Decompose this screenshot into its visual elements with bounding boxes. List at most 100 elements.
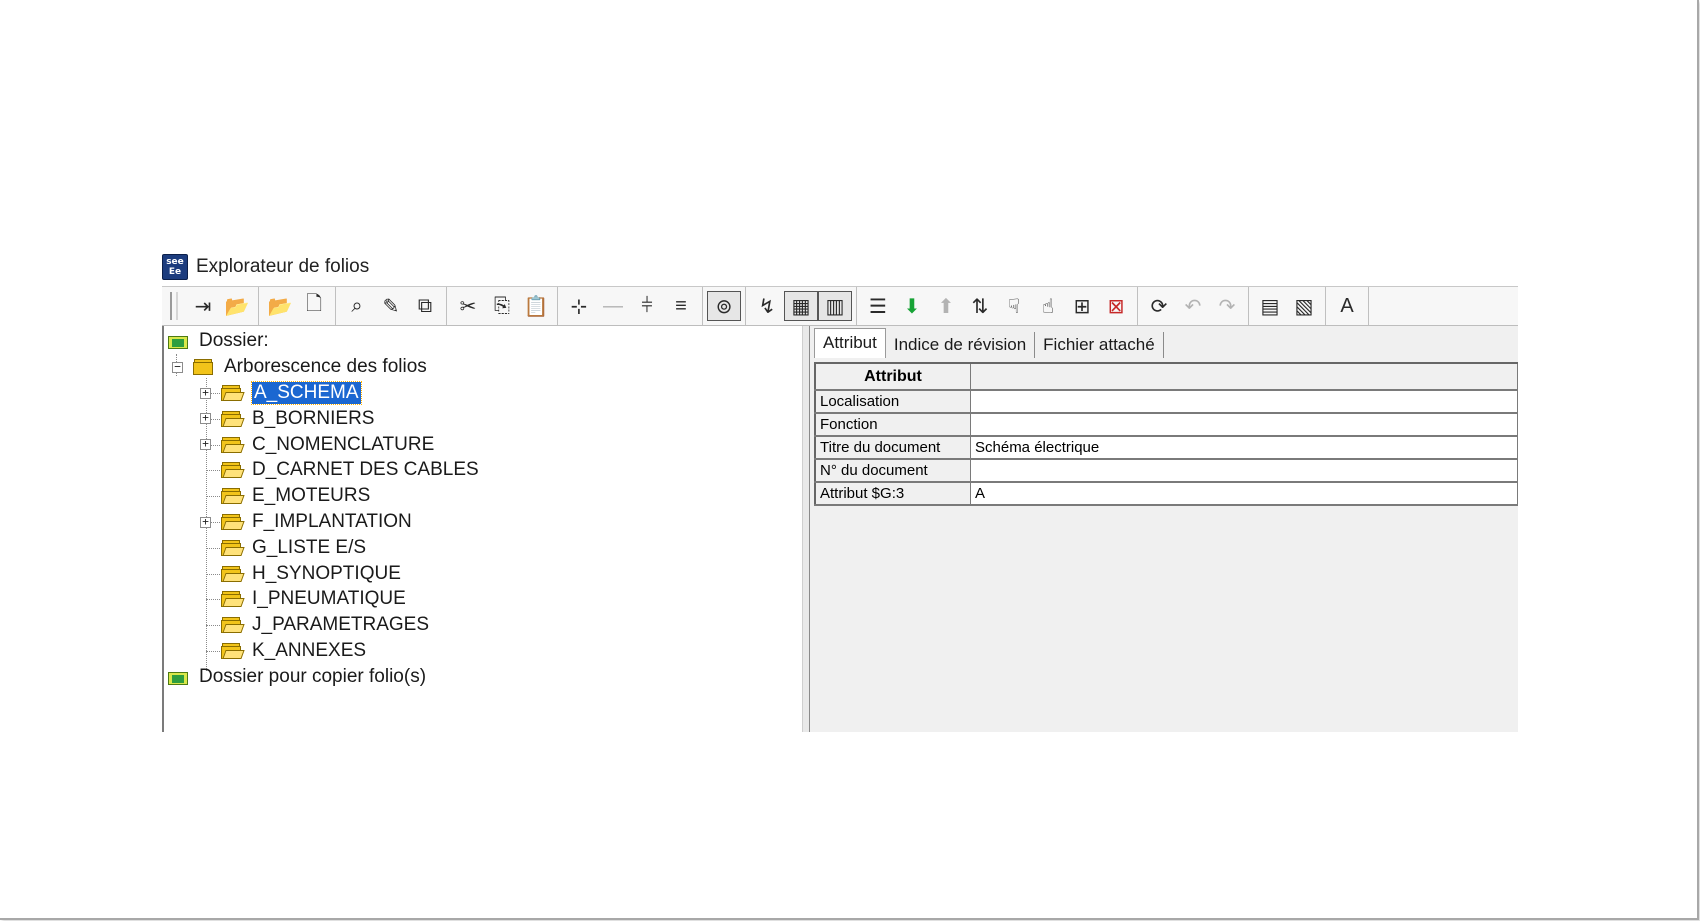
copy-icon: ⎘ [494,294,510,317]
open-folder-icon [221,436,245,453]
tree-sort-button[interactable]: ⇅ [963,291,997,321]
copy-button[interactable]: ⎘ [485,291,519,321]
open-folder-icon [221,410,245,427]
tree-item-label: H_SYNOPTIQUE [252,562,401,584]
dash-button[interactable]: — [596,291,630,321]
hand-up-button[interactable]: ☝ [1031,291,1065,321]
arrow-down-button[interactable]: ⬇ [895,291,929,321]
paste-button[interactable]: 📋 [519,291,553,321]
open-folder-button[interactable]: 📂 [220,291,254,321]
folio-compare-icon: ▧ [1294,295,1314,318]
tree-item[interactable]: J_PARAMETRAGES [200,612,429,638]
tree-branch-label: Arborescence des folios [224,356,427,377]
text-size-button[interactable]: A [1330,291,1364,321]
expand-icon[interactable]: + [200,412,211,425]
arrow-up-icon: ⬆ [937,295,955,318]
attribute-value[interactable]: Schéma électrique [970,436,1518,460]
paste-icon: 📋 [523,295,549,318]
attribute-row[interactable]: Localisation [815,390,1518,414]
tree-item[interactable]: + C_NOMENCLATURE [200,432,434,458]
tree-item-label: F_IMPLANTATION [252,511,412,532]
new-document-button[interactable]: 🗋 [297,291,331,321]
attribute-row[interactable]: Titre du document Schéma électrique [815,436,1518,460]
expand-icon[interactable]: + [200,387,211,399]
refresh-button[interactable]: ⟳ [1142,291,1176,321]
cut-icon: ✂ [459,295,477,318]
arrow-down-icon: ⬇ [903,295,921,318]
chart-button[interactable]: ↯ [750,291,784,321]
arrow-up-button[interactable]: ⬆ [929,291,963,321]
toolbar-group: ☰ ⬇ ⬆ ⇅ ☟ ☝ ⊞ ⊠ [857,287,1138,325]
table-view-button[interactable]: ▦ [784,291,818,321]
tree-item-label: A_SCHEMA [251,381,362,405]
undo-button[interactable]: ↶ [1176,291,1210,321]
tab-indice-revision[interactable]: Indice de révision [886,332,1036,358]
list-button[interactable]: ☰ [861,291,895,321]
folder-open-button[interactable]: 📂 [263,291,297,321]
edit-list-button[interactable]: ✎ [374,291,408,321]
hand-up-icon: ☝ [1041,295,1055,318]
hand-down-button[interactable]: ☟ [997,291,1031,321]
open-folder-icon [221,643,245,659]
search-button[interactable]: ⌕ [340,291,374,321]
tree-item[interactable]: E_MOTEURS [200,483,370,509]
tree-root-dossier[interactable]: Dossier: [168,328,269,354]
toolbar-group: ▤ ▧ [1249,287,1326,325]
preview-button[interactable]: ⊚ [707,291,741,321]
tree-item-label: E_MOTEURS [252,485,371,507]
attribute-row[interactable]: N° du document [815,459,1518,483]
toolbar-grip[interactable] [170,292,178,320]
attribute-rows: Localisation Fonction Titre du document Sch… [815,390,1518,506]
app-icon-line-2: Ee [168,267,182,277]
copy-folio-button[interactable]: ⧉ [408,291,442,321]
tree-item[interactable]: D_CARNET DES CABLES [200,457,479,483]
root-folder-icon [168,333,190,349]
columns-view-button[interactable]: ▥ [818,291,852,321]
tree-item[interactable]: + F_IMPLANTATION [200,509,412,535]
folio-compare-button[interactable]: ▧ [1287,291,1321,321]
attribute-row[interactable]: Attribut $G:3 A [815,482,1518,506]
attribute-value[interactable] [970,390,1518,414]
preview-icon: ⊚ [715,295,733,318]
exit-button[interactable]: ⇥ [186,291,220,321]
tree-item-label: I_PNEUMATIQUE [252,588,406,610]
table-export-button[interactable]: ⊞ [1065,291,1099,321]
folio-props-button[interactable]: ▤ [1253,291,1287,321]
attribute-value[interactable]: A [970,482,1518,506]
tree-sort-icon: ⇅ [971,295,989,318]
split-button[interactable]: ⫩ [630,291,664,321]
tree-item[interactable]: I_PNEUMATIQUE [200,586,406,612]
details-pane: Attribut Indice de révision Fichier attach… [810,326,1518,732]
tree-item-label: G_LISTE E/S [252,536,367,558]
tree-item[interactable]: + A_SCHEMA [200,380,362,406]
tree-item[interactable]: H_SYNOPTIQUE [200,561,401,587]
table-delete-button[interactable]: ⊠ [1099,291,1133,321]
collapse-icon[interactable]: − [172,361,183,373]
tree-branch-arborescence[interactable]: − Arborescence des folios [172,354,427,380]
open-folder-icon [221,514,245,530]
table-view-icon: ▦ [791,295,811,318]
attribute-value[interactable] [970,413,1518,437]
tab-fichier-attache[interactable]: Fichier attaché [1035,332,1164,358]
tree-item[interactable]: K_ANNEXES [200,638,366,664]
cut-button[interactable]: ✂ [451,291,485,321]
expand-icon[interactable]: + [200,438,211,451]
tree-copy-folder[interactable]: Dossier pour copier folio(s) [168,664,426,690]
tree-item[interactable]: G_LISTE E/S [200,535,366,561]
attribute-value[interactable] [970,459,1518,483]
folio-explorer-window: see Ee Explorateur de folios ⇥ 📂 📂 🗋 ⌕ ✎ ⧉ ✂ ⎘ 📋 ⊹… [162,252,1518,732]
table-delete-icon: ⊠ [1107,295,1125,318]
insert-button[interactable]: ⊹ [562,291,596,321]
toolbar-group: ⊹ — ⫩ ≡ [558,287,703,325]
tab-attribut[interactable]: Attribut [814,328,886,358]
tree-item[interactable]: + B_BORNIERS [200,406,374,432]
expand-icon[interactable]: + [200,516,211,528]
dash-icon: — [603,294,623,317]
toolbar-group: ⟳ ↶ ↷ [1138,287,1249,325]
attribute-column-header: Attribut [815,363,971,391]
attribute-row[interactable]: Fonction [815,413,1518,437]
lines-button[interactable]: ≡ [664,291,698,321]
columns-view-icon: ▥ [825,295,845,318]
attribute-key: Attribut $G:3 [815,482,971,506]
redo-button[interactable]: ↷ [1210,291,1244,321]
